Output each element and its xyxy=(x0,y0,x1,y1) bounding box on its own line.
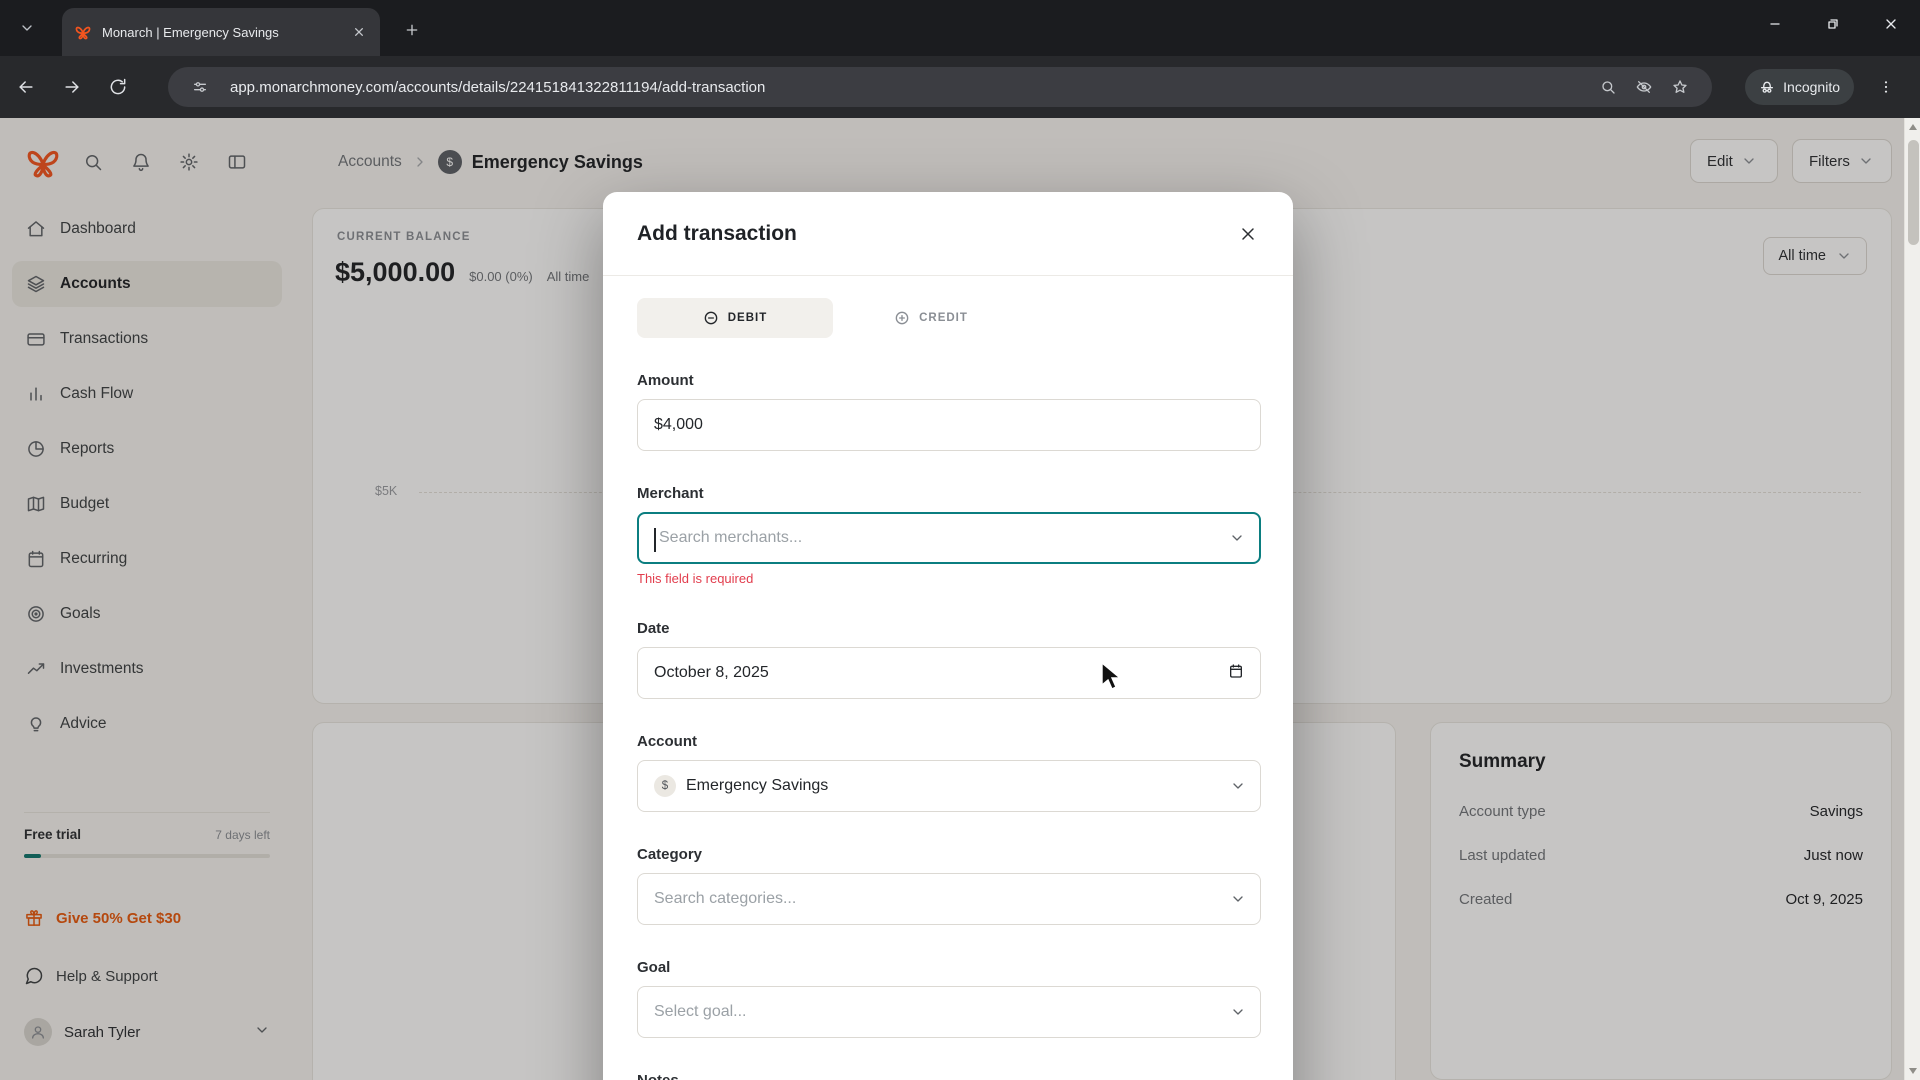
browser-menu-button[interactable] xyxy=(1868,69,1904,105)
goal-field-group: Goal Select goal... xyxy=(637,959,1261,1038)
cursor-arrow-icon xyxy=(1100,662,1126,692)
category-label: Category xyxy=(637,846,1261,863)
zoom-button[interactable] xyxy=(1590,69,1626,105)
incognito-icon xyxy=(1759,79,1775,95)
merchant-label: Merchant xyxy=(637,485,1261,502)
account-select-value: Emergency Savings xyxy=(686,777,828,795)
screen: Monarch | Emergency Savings xyxy=(0,0,1920,1080)
restore-button[interactable] xyxy=(1804,0,1862,48)
scrollbar-thumb[interactable] xyxy=(1908,140,1919,245)
goal-select[interactable]: Select goal... xyxy=(637,986,1261,1038)
search-icon xyxy=(1600,79,1616,95)
chevron-down-icon xyxy=(1230,891,1246,907)
account-dollar-icon: $ xyxy=(654,775,676,797)
text-caret xyxy=(654,528,656,552)
date-label: Date xyxy=(637,620,1261,637)
url-text[interactable]: app.monarchmoney.com/accounts/details/22… xyxy=(230,79,1590,96)
modal-header: Add transaction xyxy=(603,192,1293,276)
plus-icon xyxy=(404,22,420,38)
incognito-badge: Incognito xyxy=(1745,69,1854,105)
merchant-search-input[interactable] xyxy=(655,529,1243,547)
tab-strip: Monarch | Emergency Savings xyxy=(0,0,1920,56)
reload-icon xyxy=(108,77,128,97)
scrollbar-up-arrow[interactable] xyxy=(1909,124,1917,130)
category-field-group: Category Search categories... xyxy=(637,846,1261,925)
incognito-label: Incognito xyxy=(1783,79,1840,95)
date-input[interactable] xyxy=(654,664,1228,682)
plus-circle-icon xyxy=(894,310,910,326)
merchant-field-group: Merchant This field is required xyxy=(637,485,1261,586)
amount-field-group: Amount xyxy=(637,372,1261,451)
chevron-down-icon xyxy=(1230,778,1246,794)
account-field-group: Account $ Emergency Savings xyxy=(637,733,1261,812)
tune-icon xyxy=(192,79,208,95)
goal-placeholder: Select goal... xyxy=(654,1003,747,1021)
address-bar[interactable]: app.monarchmoney.com/accounts/details/22… xyxy=(168,67,1712,107)
star-icon xyxy=(1672,79,1688,95)
close-icon xyxy=(351,24,367,40)
close-icon xyxy=(1883,16,1899,32)
date-input-wrap xyxy=(637,647,1261,699)
browser-tab[interactable]: Monarch | Emergency Savings xyxy=(62,8,380,56)
arrow-right-icon xyxy=(62,77,82,97)
merchant-error-message: This field is required xyxy=(637,571,1261,586)
debit-tab[interactable]: DEBIT xyxy=(637,298,833,338)
page-scrollbar[interactable] xyxy=(1904,118,1920,1080)
close-window-button[interactable] xyxy=(1862,0,1920,48)
bookmark-button[interactable] xyxy=(1662,69,1698,105)
modal-close-button[interactable] xyxy=(1231,217,1265,251)
reload-button[interactable] xyxy=(98,67,138,107)
account-label: Account xyxy=(637,733,1261,750)
goal-label: Goal xyxy=(637,959,1261,976)
forward-button[interactable] xyxy=(52,67,92,107)
minus-circle-icon xyxy=(703,310,719,326)
credit-tab[interactable]: CREDIT xyxy=(833,298,1029,338)
notes-label: Notes xyxy=(637,1072,1261,1080)
add-transaction-modal: Add transaction DEBIT CREDIT xyxy=(603,192,1293,1080)
password-eye-button[interactable] xyxy=(1626,69,1662,105)
tab-title: Monarch | Emergency Savings xyxy=(102,25,342,40)
scrollbar-down-arrow[interactable] xyxy=(1909,1068,1917,1074)
site-info-button[interactable] xyxy=(182,69,218,105)
amount-input[interactable] xyxy=(654,416,1244,434)
amount-input-wrap xyxy=(637,399,1261,451)
chevron-down-icon xyxy=(19,20,35,36)
date-field-group: Date xyxy=(637,620,1261,699)
chevron-down-icon[interactable] xyxy=(1229,530,1245,546)
tab-close-button[interactable] xyxy=(350,23,368,41)
account-select[interactable]: $ Emergency Savings xyxy=(637,760,1261,812)
minimize-icon xyxy=(1767,16,1783,32)
amount-label: Amount xyxy=(637,372,1261,389)
debit-credit-toggle: DEBIT CREDIT xyxy=(637,298,1261,338)
new-tab-button[interactable] xyxy=(398,16,426,44)
arrow-left-icon xyxy=(16,77,36,97)
back-button[interactable] xyxy=(6,67,46,107)
category-placeholder: Search categories... xyxy=(654,890,796,908)
notes-field-group: Notes xyxy=(637,1072,1261,1080)
debit-tab-label: DEBIT xyxy=(728,312,768,324)
calendar-icon[interactable] xyxy=(1228,663,1244,684)
page: Dashboard Accounts Transactions Cash Flo… xyxy=(0,118,1920,1080)
modal-title: Add transaction xyxy=(637,222,797,246)
monarch-favicon-icon xyxy=(74,23,92,41)
browser-toolbar: app.monarchmoney.com/accounts/details/22… xyxy=(0,56,1920,118)
category-select[interactable]: Search categories... xyxy=(637,873,1261,925)
modal-body: DEBIT CREDIT Amount Merchant xyxy=(603,276,1293,1080)
mouse-cursor xyxy=(1100,662,1126,697)
eye-off-icon xyxy=(1636,79,1652,95)
chevron-down-icon xyxy=(1230,1004,1246,1020)
restore-icon xyxy=(1825,16,1841,32)
window-controls xyxy=(1746,0,1920,48)
merchant-input-wrap xyxy=(637,512,1261,564)
tab-search-button[interactable] xyxy=(12,13,42,43)
close-icon xyxy=(1238,224,1258,244)
minimize-button[interactable] xyxy=(1746,0,1804,48)
credit-tab-label: CREDIT xyxy=(919,312,968,324)
kebab-menu-icon xyxy=(1878,79,1894,95)
